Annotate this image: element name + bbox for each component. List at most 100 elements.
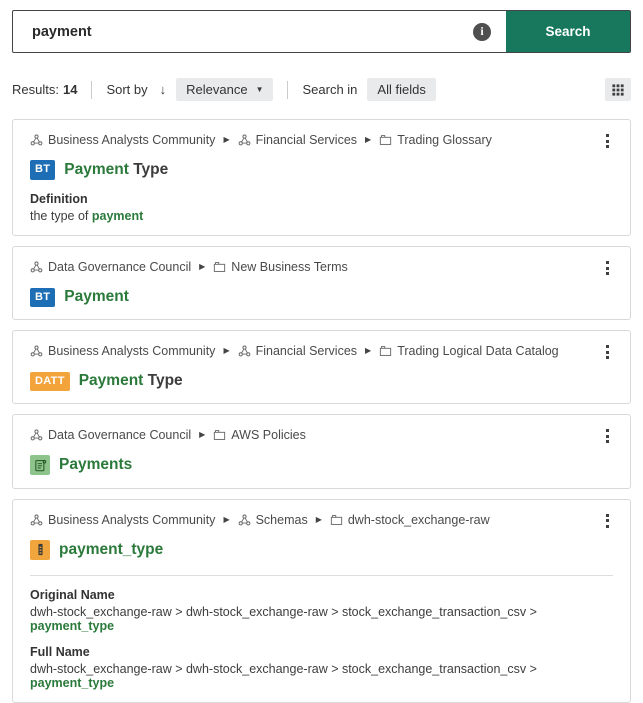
domain-icon: [379, 134, 392, 146]
result-card: Data Governance Council ▶ New Business T…: [12, 246, 631, 320]
kebab-menu-button[interactable]: [602, 132, 613, 150]
breadcrumb: Business Analysts Community ▶ Financial …: [30, 343, 602, 359]
section-text: dwh-stock_exchange-raw > dwh-stock_excha…: [30, 662, 613, 690]
section-text-prefix: dwh-stock_exchange-raw > dwh-stock_excha…: [30, 605, 537, 619]
breadcrumb-item[interactable]: Data Governance Council: [30, 260, 191, 274]
breadcrumb-label: AWS Policies: [231, 428, 306, 442]
kebab-menu-button[interactable]: [602, 427, 613, 445]
breadcrumb-item[interactable]: Trading Logical Data Catalog: [379, 344, 558, 358]
result-card: Data Governance Council ▶ AWS Policies P…: [12, 414, 631, 488]
title-highlight: Payment: [79, 372, 144, 389]
breadcrumb-label: Business Analysts Community: [48, 513, 215, 527]
column-type-badge: [30, 540, 50, 560]
breadcrumb-label: Data Governance Council: [48, 260, 191, 274]
domain-icon: [213, 429, 226, 441]
kebab-menu-button[interactable]: [602, 343, 613, 361]
breadcrumb-label: Business Analysts Community: [48, 133, 215, 147]
title-rest: Type: [129, 161, 168, 178]
results-list: Business Analysts Community ▶ Financial …: [12, 119, 631, 703]
section-text-highlight: payment_type: [30, 676, 114, 690]
breadcrumb-item[interactable]: Business Analysts Community: [30, 513, 215, 527]
breadcrumb-item[interactable]: Business Analysts Community: [30, 133, 215, 147]
community-icon: [30, 345, 43, 357]
sort-by-label: Sort by: [106, 82, 147, 97]
sort-value-dropdown[interactable]: Relevance ▼: [176, 78, 273, 101]
search-button[interactable]: Search: [506, 11, 630, 52]
chevron-right-icon: ▶: [365, 136, 371, 144]
breadcrumb-label: Schemas: [256, 513, 308, 527]
section-label: Full Name: [30, 645, 613, 659]
divider: [30, 575, 613, 576]
asset-title-link[interactable]: Payment Type: [64, 160, 168, 180]
divider: [91, 81, 92, 99]
kebab-menu-button[interactable]: [602, 512, 613, 530]
breadcrumb-label: Financial Services: [256, 133, 357, 147]
scroll-icon: [33, 458, 48, 473]
chevron-right-icon: ▶: [223, 347, 229, 355]
asset-type-badge: BT: [30, 288, 55, 307]
breadcrumb-item[interactable]: Data Governance Council: [30, 428, 191, 442]
community-icon: [238, 345, 251, 357]
breadcrumb-label: Trading Glossary: [397, 133, 492, 147]
chevron-right-icon: ▶: [223, 516, 229, 524]
breadcrumb-item[interactable]: Financial Services: [238, 133, 357, 147]
grid-icon: [612, 84, 624, 96]
asset-title-link[interactable]: Payments: [59, 455, 132, 475]
asset-title-link[interactable]: payment_type: [59, 540, 163, 560]
breadcrumb-label: Data Governance Council: [48, 428, 191, 442]
breadcrumb-item[interactable]: Schemas: [238, 513, 308, 527]
grid-view-button[interactable]: [605, 78, 631, 101]
section-label: Definition: [30, 192, 613, 206]
full-name-section: Full Name dwh-stock_exchange-raw > dwh-s…: [30, 645, 613, 690]
asset-title-link[interactable]: Payment: [64, 287, 129, 307]
breadcrumb-label: New Business Terms: [231, 260, 347, 274]
chevron-right-icon: ▶: [199, 263, 205, 271]
result-card: Business Analysts Community ▶ Financial …: [12, 119, 631, 236]
breadcrumb-item[interactable]: New Business Terms: [213, 260, 347, 274]
result-card: Business Analysts Community ▶ Financial …: [12, 330, 631, 404]
breadcrumb-item[interactable]: dwh-stock_exchange-raw: [330, 513, 490, 527]
community-icon: [30, 134, 43, 146]
community-icon: [30, 261, 43, 273]
section-text: the type of payment: [30, 209, 613, 223]
breadcrumb: Business Analysts Community ▶ Financial …: [30, 132, 602, 148]
community-icon: [238, 134, 251, 146]
domain-icon: [213, 261, 226, 273]
breadcrumb-label: Trading Logical Data Catalog: [397, 344, 558, 358]
search-in-value: All fields: [377, 82, 425, 97]
info-icon[interactable]: i: [473, 23, 491, 41]
results-count: 14: [63, 82, 77, 97]
policy-type-badge: [30, 455, 50, 475]
column-icon: [33, 542, 48, 557]
search-bar: i Search: [12, 10, 631, 53]
section-text-prefix: the type of: [30, 209, 92, 223]
breadcrumb: Business Analysts Community ▶ Schemas ▶ …: [30, 512, 602, 528]
original-name-section: Original Name dwh-stock_exchange-raw > d…: [30, 588, 613, 633]
title-rest: Type: [143, 372, 182, 389]
asset-type-badge: DATT: [30, 372, 70, 391]
breadcrumb-item[interactable]: Financial Services: [238, 344, 357, 358]
breadcrumb-label: Financial Services: [256, 344, 357, 358]
breadcrumb-item[interactable]: AWS Policies: [213, 428, 306, 442]
search-in-filter[interactable]: All fields: [367, 78, 435, 101]
results-toolbar: Results: 14 Sort by ↓ Relevance ▼ Search…: [12, 78, 631, 101]
community-icon: [238, 514, 251, 526]
breadcrumb-item[interactable]: Trading Glossary: [379, 133, 492, 147]
breadcrumb-label: dwh-stock_exchange-raw: [348, 513, 490, 527]
search-input[interactable]: [13, 11, 473, 52]
chevron-right-icon: ▶: [223, 136, 229, 144]
breadcrumb-item[interactable]: Business Analysts Community: [30, 344, 215, 358]
results-label: Results:: [12, 82, 59, 97]
asset-title-link[interactable]: Payment Type: [79, 371, 183, 391]
divider: [287, 81, 288, 99]
title-highlight: payment_type: [59, 541, 163, 558]
sort-value-label: Relevance: [186, 82, 247, 97]
definition-section: Definition the type of payment: [30, 192, 613, 223]
kebab-menu-button[interactable]: [602, 259, 613, 277]
chevron-right-icon: ▶: [365, 347, 371, 355]
sort-direction-icon[interactable]: ↓: [160, 82, 167, 97]
section-text: dwh-stock_exchange-raw > dwh-stock_excha…: [30, 605, 613, 633]
section-text-highlight: payment_type: [30, 619, 114, 633]
breadcrumb: Data Governance Council ▶ AWS Policies: [30, 427, 602, 443]
breadcrumb: Data Governance Council ▶ New Business T…: [30, 259, 602, 275]
